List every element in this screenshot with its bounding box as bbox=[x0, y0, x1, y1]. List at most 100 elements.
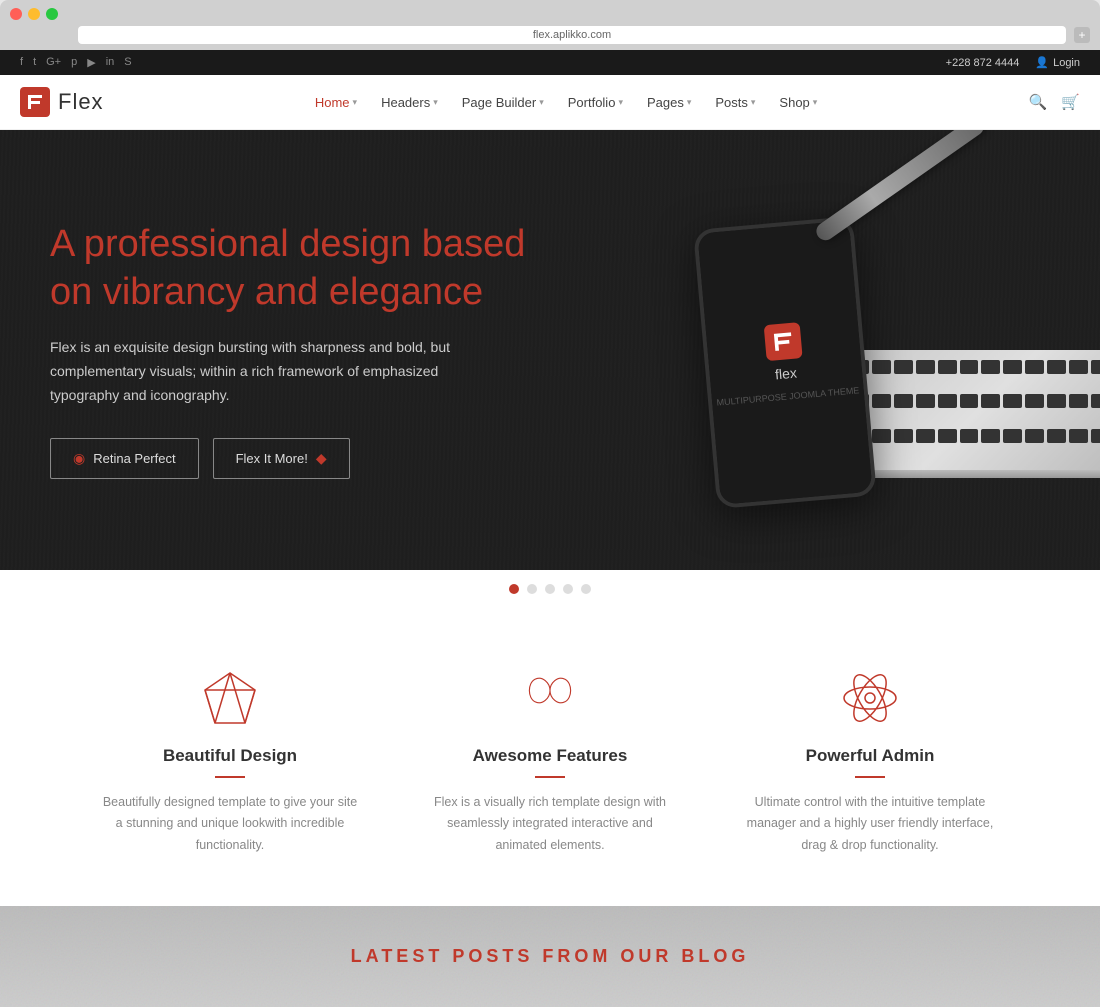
key bbox=[872, 429, 891, 443]
key bbox=[1047, 429, 1066, 443]
key bbox=[1003, 360, 1022, 374]
retina-perfect-button[interactable]: ◉ Retina Perfect bbox=[50, 438, 199, 479]
feature-powerful-admin: Powerful Admin Ultimate control with the… bbox=[710, 668, 1030, 856]
key bbox=[1069, 360, 1088, 374]
phone-number: +228 872 4444 bbox=[946, 57, 1020, 69]
nav-arrow: ▾ bbox=[687, 97, 692, 108]
key bbox=[1025, 429, 1044, 443]
phone-logo bbox=[764, 322, 803, 361]
key bbox=[1047, 360, 1066, 374]
logo-text: Flex bbox=[58, 89, 104, 115]
login-link[interactable]: 👤 Login bbox=[1035, 56, 1080, 69]
feature-2-desc: Flex is a visually rich template design … bbox=[420, 792, 680, 856]
slider-dot-3[interactable] bbox=[545, 584, 555, 594]
cart-icon[interactable]: 🛒 bbox=[1061, 93, 1080, 111]
key bbox=[981, 429, 1000, 443]
key bbox=[938, 360, 957, 374]
atom-feature-icon bbox=[840, 668, 900, 728]
key bbox=[1025, 394, 1044, 408]
slider-dot-5[interactable] bbox=[581, 584, 591, 594]
hero-description: Flex is an exquisite design bursting wit… bbox=[50, 336, 470, 407]
key bbox=[938, 394, 957, 408]
social-facebook[interactable]: f bbox=[20, 56, 23, 69]
nav-links: Home ▾ Headers ▾ Page Builder ▾ Portfoli… bbox=[305, 89, 827, 116]
feature-1-underline bbox=[215, 776, 245, 778]
key bbox=[916, 360, 935, 374]
key bbox=[960, 360, 979, 374]
close-button[interactable] bbox=[10, 8, 22, 20]
browser-toolbar: flex.aplikko.com + bbox=[10, 26, 1090, 50]
address-bar[interactable]: flex.aplikko.com bbox=[78, 26, 1066, 44]
social-twitter[interactable]: t bbox=[33, 56, 36, 69]
key bbox=[1003, 394, 1022, 408]
blog-suffix: FROM OUR BLOG bbox=[533, 946, 749, 966]
key bbox=[1003, 429, 1022, 443]
key bbox=[1047, 394, 1066, 408]
key bbox=[872, 394, 891, 408]
feature-2-title: Awesome Features bbox=[473, 746, 628, 766]
pen-decoration bbox=[813, 130, 987, 244]
feature-1-desc: Beautifully designed template to give yo… bbox=[100, 792, 360, 856]
key bbox=[1025, 360, 1044, 374]
nav-pages[interactable]: Pages ▾ bbox=[637, 89, 701, 116]
phone-logo-text: flex bbox=[774, 365, 797, 383]
website-container: f t G+ p ▶ in S +228 872 4444 👤 Login Fl… bbox=[0, 50, 1100, 1007]
key bbox=[960, 429, 979, 443]
hero-image-area: flex MULTIPURPOSE JOOMLA THEME bbox=[528, 130, 1100, 570]
social-linkedin[interactable]: in bbox=[106, 56, 115, 69]
logo[interactable]: Flex bbox=[20, 87, 104, 117]
nav-headers[interactable]: Headers ▾ bbox=[371, 89, 448, 116]
phone-screen: flex MULTIPURPOSE JOOMLA THEME bbox=[697, 220, 872, 504]
feature-3-desc: Ultimate control with the intuitive temp… bbox=[740, 792, 1000, 856]
laptop-keyboard bbox=[840, 350, 1100, 470]
nav-arrow: ▾ bbox=[751, 97, 756, 108]
social-youtube[interactable]: ▶ bbox=[87, 56, 95, 69]
social-googleplus[interactable]: G+ bbox=[46, 56, 61, 69]
nav-home[interactable]: Home ▾ bbox=[305, 89, 367, 116]
laptop-base bbox=[840, 470, 1100, 478]
feature-2-underline bbox=[535, 776, 565, 778]
key bbox=[981, 394, 1000, 408]
nav-arrow: ▾ bbox=[433, 97, 438, 108]
nav-action-icons: 🔍 🛒 bbox=[1029, 93, 1080, 111]
hero-content: A professional design based on vibrancy … bbox=[0, 161, 605, 538]
diamond-icon: ◆ bbox=[316, 450, 327, 467]
hero-title: A professional design based on vibrancy … bbox=[50, 221, 555, 316]
nav-portfolio[interactable]: Portfolio ▾ bbox=[558, 89, 633, 116]
key bbox=[916, 429, 935, 443]
social-pinterest[interactable]: p bbox=[71, 56, 77, 69]
blog-teaser-section: LATEST POSTS FROM OUR BLOG bbox=[0, 906, 1100, 1007]
hero-section: A professional design based on vibrancy … bbox=[0, 130, 1100, 570]
search-icon[interactable]: 🔍 bbox=[1029, 93, 1048, 111]
maximize-button[interactable] bbox=[46, 8, 58, 20]
flex-it-more-button[interactable]: Flex It More! ◆ bbox=[213, 438, 350, 479]
key bbox=[894, 429, 913, 443]
slider-dot-2[interactable] bbox=[527, 584, 537, 594]
navbar: Flex Home ▾ Headers ▾ Page Builder ▾ Por… bbox=[0, 75, 1100, 130]
topbar-right: +228 872 4444 👤 Login bbox=[946, 56, 1080, 69]
infinity-feature-icon bbox=[520, 668, 580, 728]
feature-3-underline bbox=[855, 776, 885, 778]
slider-dot-4[interactable] bbox=[563, 584, 573, 594]
topbar: f t G+ p ▶ in S +228 872 4444 👤 Login bbox=[0, 50, 1100, 75]
key bbox=[1069, 429, 1088, 443]
browser-chrome: flex.aplikko.com + bbox=[0, 0, 1100, 50]
minimize-button[interactable] bbox=[28, 8, 40, 20]
nav-shop[interactable]: Shop ▾ bbox=[769, 89, 827, 116]
social-skype[interactable]: S bbox=[124, 56, 131, 69]
logo-icon bbox=[20, 87, 50, 117]
nav-posts[interactable]: Posts ▾ bbox=[705, 89, 765, 116]
key bbox=[894, 360, 913, 374]
key bbox=[960, 394, 979, 408]
slider-dot-1[interactable] bbox=[509, 584, 519, 594]
blog-section-title: LATEST POSTS FROM OUR BLOG bbox=[351, 946, 750, 967]
slider-dots bbox=[0, 570, 1100, 608]
key bbox=[938, 429, 957, 443]
nav-pagebuilder[interactable]: Page Builder ▾ bbox=[452, 89, 554, 116]
new-tab-button[interactable]: + bbox=[1074, 27, 1090, 43]
nav-arrow: ▾ bbox=[539, 97, 544, 108]
key bbox=[1091, 360, 1100, 374]
key bbox=[894, 394, 913, 408]
nav-arrow: ▾ bbox=[353, 97, 358, 108]
key bbox=[872, 360, 891, 374]
